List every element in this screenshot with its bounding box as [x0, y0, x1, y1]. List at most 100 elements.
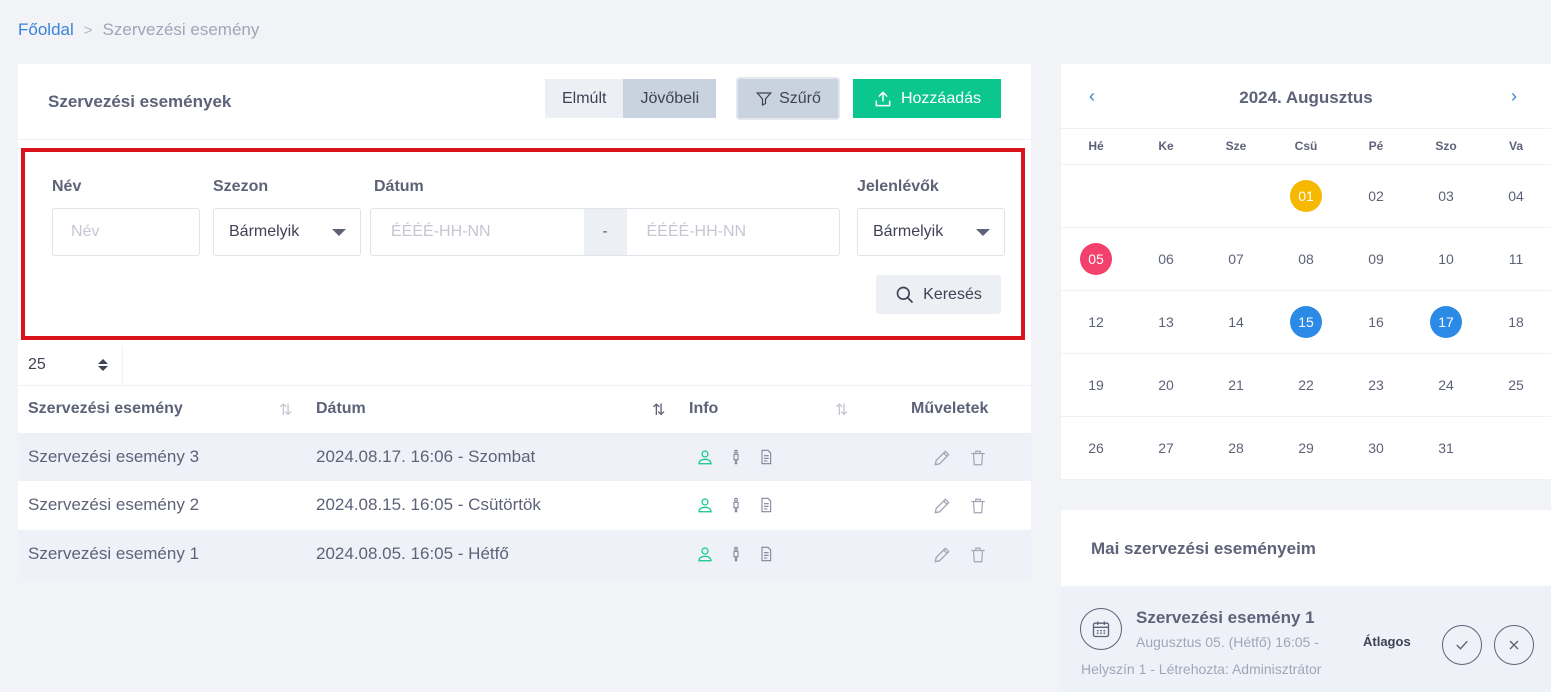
today-events-card: Mai szervezési eseményeim Szervezési ese… — [1061, 510, 1551, 692]
calendar-day[interactable]: 15 — [1290, 306, 1322, 338]
person-icon[interactable] — [696, 545, 714, 563]
add-button-label: Hozzáadás — [900, 89, 982, 107]
table-row[interactable]: Szervezési esemény 1 2024.08.05. 16:05 -… — [18, 530, 1031, 578]
calendar-day[interactable]: 13 — [1150, 306, 1182, 338]
calendar-day[interactable]: 31 — [1430, 432, 1462, 464]
event-date-cell: 2024.08.17. 16:06 - Szombat — [316, 447, 536, 466]
calendar-day[interactable]: 30 — [1360, 432, 1392, 464]
filter-button[interactable]: Szűrő — [736, 77, 840, 120]
season-select[interactable]: Bármelyik — [213, 208, 361, 256]
calendar-week-row: 19 20 21 22 23 24 25 — [1061, 354, 1551, 417]
attendees-select-value: Bármelyik — [873, 223, 944, 240]
weekday-label: Pé — [1368, 139, 1384, 153]
attendees-select[interactable]: Bármelyik — [857, 208, 1005, 256]
calendar-day[interactable]: 11 — [1500, 243, 1532, 275]
calendar-day[interactable]: 07 — [1220, 243, 1252, 275]
calendar-day[interactable]: 03 — [1430, 180, 1462, 212]
date-to-input[interactable]: ÉÉÉÉ-HH-NN — [627, 209, 840, 255]
edit-icon[interactable] — [932, 448, 952, 468]
person-icon[interactable] — [696, 448, 714, 466]
date-from-input[interactable]: ÉÉÉÉ-HH-NN — [371, 209, 584, 255]
calendar-day[interactable]: 23 — [1360, 369, 1392, 401]
calendar-day[interactable]: 05 — [1080, 243, 1112, 275]
date-range: ÉÉÉÉ-HH-NN - ÉÉÉÉ-HH-NN — [370, 208, 840, 256]
person-icon[interactable] — [696, 496, 714, 514]
trash-icon[interactable] — [969, 496, 987, 516]
search-button-label: Keresés — [923, 285, 982, 303]
standing-person-icon[interactable] — [728, 545, 744, 563]
add-button[interactable]: Hozzáadás — [853, 79, 1001, 118]
calendar-day[interactable]: 08 — [1290, 243, 1322, 275]
weekday-label: Csü — [1294, 139, 1318, 153]
edit-icon[interactable] — [932, 545, 952, 565]
calendar-day[interactable]: 09 — [1360, 243, 1392, 275]
date-to-placeholder: ÉÉÉÉ-HH-NN — [646, 223, 747, 240]
breadcrumb-separator: > — [83, 21, 93, 39]
check-icon — [1456, 640, 1468, 650]
calendar-day[interactable]: 14 — [1220, 306, 1252, 338]
calendar-day[interactable]: 01 — [1290, 180, 1322, 212]
weekday-label: Va — [1508, 139, 1523, 153]
page-size-value: 25 — [28, 356, 46, 373]
document-icon[interactable] — [758, 545, 774, 563]
reject-button[interactable] — [1494, 625, 1534, 665]
standing-person-icon[interactable] — [728, 496, 744, 514]
calendar-day[interactable]: 22 — [1290, 369, 1322, 401]
document-icon[interactable] — [758, 496, 774, 514]
search-button[interactable]: Keresés — [876, 275, 1001, 314]
sort-icon[interactable]: ⇅ — [652, 400, 665, 420]
standing-person-icon[interactable] — [728, 448, 744, 466]
document-icon[interactable] — [758, 448, 774, 466]
calendar-day[interactable]: 06 — [1150, 243, 1182, 275]
calendar-day[interactable]: 17 — [1430, 306, 1462, 338]
calendar-day[interactable]: 26 — [1080, 432, 1112, 464]
column-header-event[interactable]: Szervezési esemény — [28, 400, 183, 418]
chevron-down-icon — [976, 228, 990, 236]
calendar-day[interactable]: 12 — [1080, 306, 1112, 338]
season-select-value: Bármelyik — [229, 223, 300, 240]
weekday-label: Szo — [1435, 139, 1457, 153]
weekday-label: Sze — [1225, 139, 1247, 153]
name-input[interactable]: Név — [52, 208, 200, 256]
today-event-item[interactable]: Szervezési esemény 1 Augusztus 05. (Hétf… — [1061, 586, 1551, 692]
calendar-day[interactable]: 10 — [1430, 243, 1462, 275]
sort-icon[interactable]: ⇅ — [835, 400, 848, 420]
future-button[interactable]: Jövőbeli — [623, 79, 717, 118]
calendar-day[interactable]: 24 — [1430, 369, 1462, 401]
event-date-cell: 2024.08.15. 16:05 - Csütörtök — [316, 495, 541, 514]
calendar-day[interactable]: 18 — [1500, 306, 1532, 338]
sort-icon[interactable]: ⇅ — [279, 400, 292, 420]
calendar-day[interactable]: 04 — [1500, 180, 1532, 212]
date-from-placeholder: ÉÉÉÉ-HH-NN — [391, 223, 491, 240]
column-header-info[interactable]: Info — [689, 400, 718, 418]
calendar-day[interactable]: 29 — [1290, 432, 1322, 464]
calendar-week-row: 05 06 07 08 09 10 11 — [1061, 228, 1551, 291]
calendar-header: ‹ 2024. Augusztus › — [1061, 64, 1551, 128]
calendar-day[interactable]: 20 — [1150, 369, 1182, 401]
calendar-day[interactable]: 28 — [1220, 432, 1252, 464]
confirm-button[interactable] — [1442, 625, 1482, 665]
filter-button-label: Szűrő — [779, 89, 821, 107]
trash-icon[interactable] — [969, 448, 987, 468]
calendar-day[interactable]: 27 — [1150, 432, 1182, 464]
past-button[interactable]: Elmúlt — [545, 79, 624, 118]
column-header-actions: Műveletek — [911, 400, 989, 417]
calendar-day[interactable]: 21 — [1220, 369, 1252, 401]
filter-icon — [756, 91, 773, 106]
calendar-day[interactable]: 25 — [1500, 369, 1532, 401]
table-row[interactable]: Szervezési esemény 3 2024.08.17. 16:06 -… — [18, 433, 1031, 481]
edit-icon[interactable] — [932, 496, 952, 516]
calendar-day[interactable]: 02 — [1360, 180, 1392, 212]
breadcrumb-home-link[interactable]: Főoldal — [18, 20, 74, 40]
chevron-down-icon — [332, 228, 346, 236]
today-events-title: Mai szervezési eseményeim — [1091, 539, 1316, 558]
today-event-subtitle: Augusztus 05. (Hétfő) 16:05 - — [1136, 634, 1319, 650]
calendar-day[interactable]: 16 — [1360, 306, 1392, 338]
calendar-next-icon[interactable]: › — [1511, 86, 1517, 107]
calendar-week-row: 26 27 28 29 30 31 — [1061, 417, 1551, 480]
calendar-day[interactable]: 19 — [1080, 369, 1112, 401]
column-header-date[interactable]: Dátum — [316, 400, 366, 418]
trash-icon[interactable] — [969, 545, 987, 565]
table-row[interactable]: Szervezési esemény 2 2024.08.15. 16:05 -… — [18, 481, 1031, 529]
page-size-select[interactable]: 25 — [18, 346, 123, 384]
